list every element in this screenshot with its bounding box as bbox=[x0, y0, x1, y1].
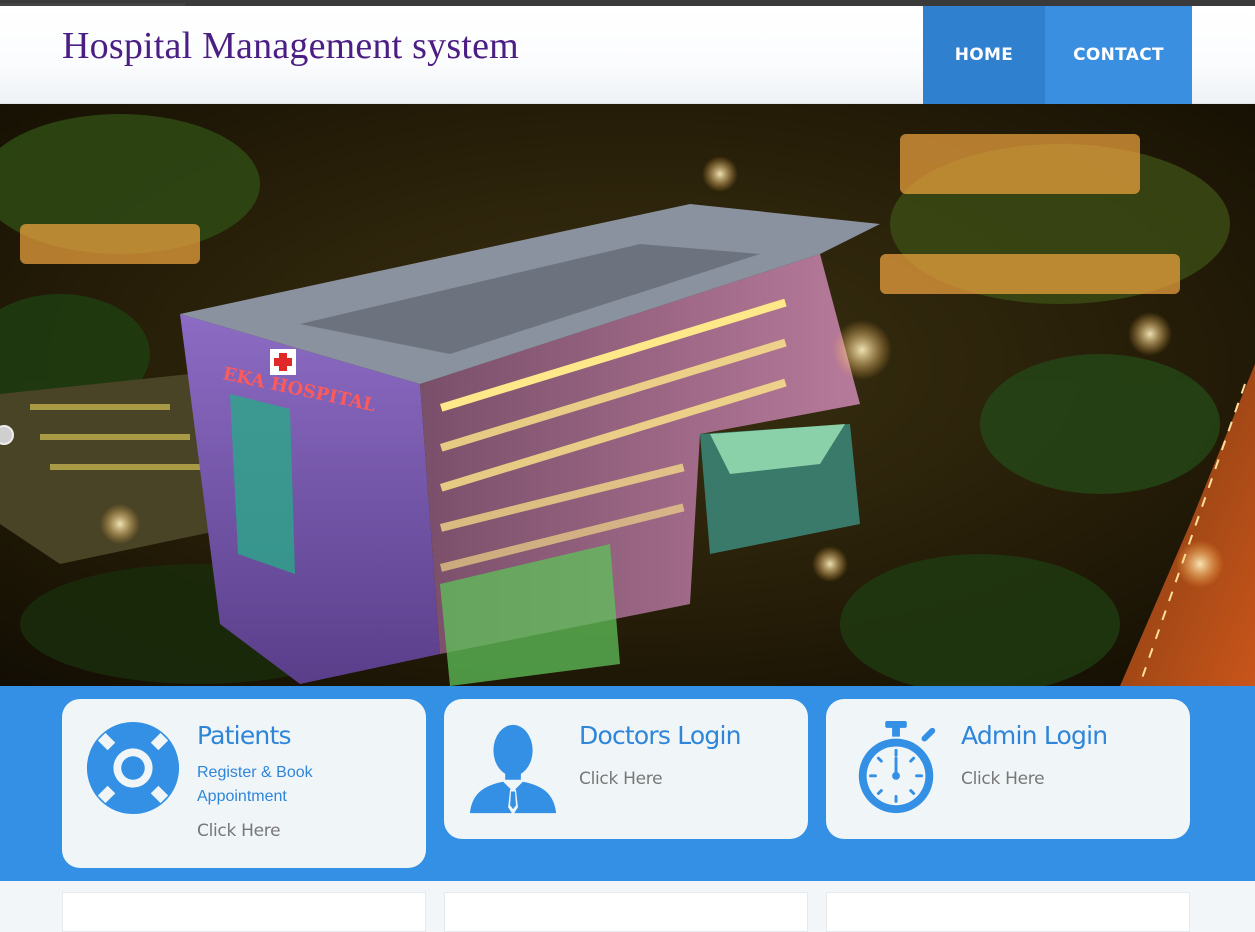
hero-image: EKA HOSPITAL bbox=[0, 104, 1255, 686]
doctors-login-card[interactable]: Doctors Login Click Here bbox=[444, 699, 808, 839]
doctors-login-title: Doctors Login bbox=[579, 721, 741, 750]
admin-click-here-link[interactable]: Click Here bbox=[961, 769, 1045, 789]
lower-panel bbox=[444, 892, 808, 932]
site-title: Hospital Management system bbox=[62, 25, 519, 67]
lifebuoy-icon bbox=[86, 721, 180, 815]
site-header: Hospital Management system HOME CONTACT bbox=[0, 6, 1255, 104]
doctor-icon bbox=[469, 724, 557, 816]
patients-click-here-link[interactable]: Click Here bbox=[197, 821, 281, 841]
features-band: Patients Register & Book Appointment Cli… bbox=[0, 686, 1255, 881]
stopwatch-icon bbox=[858, 720, 936, 814]
nav-home[interactable]: HOME bbox=[923, 6, 1045, 104]
lower-section bbox=[0, 881, 1255, 932]
patients-card[interactable]: Patients Register & Book Appointment Cli… bbox=[62, 699, 426, 868]
lower-panel bbox=[826, 892, 1190, 932]
main-nav: HOME CONTACT bbox=[923, 6, 1192, 104]
admin-login-title: Admin Login bbox=[961, 721, 1108, 750]
hospital-night-photo: EKA HOSPITAL bbox=[0, 104, 1255, 686]
patients-subtitle: Register & Book Appointment bbox=[197, 764, 313, 805]
nav-contact[interactable]: CONTACT bbox=[1045, 6, 1192, 104]
doctors-click-here-link[interactable]: Click Here bbox=[579, 769, 663, 789]
lower-panel bbox=[62, 892, 426, 932]
patients-title: Patients bbox=[197, 721, 291, 750]
admin-login-card[interactable]: Admin Login Click Here bbox=[826, 699, 1190, 839]
